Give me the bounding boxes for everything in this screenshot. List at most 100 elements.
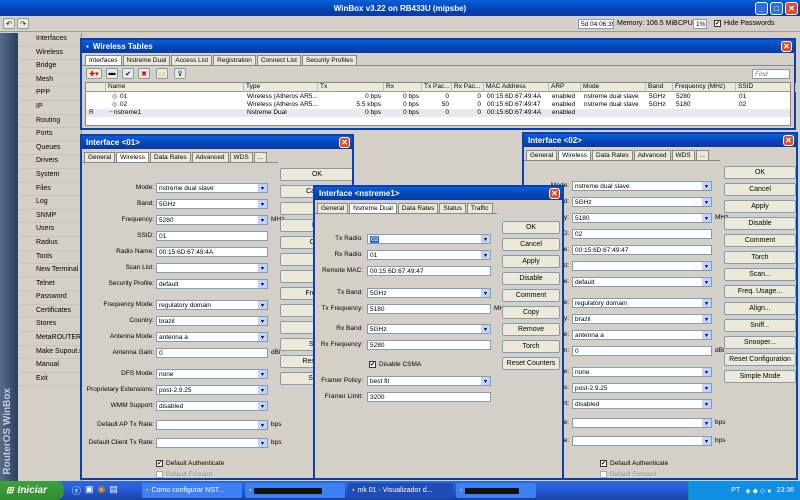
table-row[interactable]: 01 Wireless (Atheros AR5... 0 bps 0 bps 0 0 00… [86,93,790,101]
dropdown-tx-radio[interactable]: 02 ▾ [367,234,491,244]
reset-configuration-button[interactable]: Reset Configuration [724,353,796,366]
dropdown-default-ap-tx-rate[interactable]: ▾ [156,420,268,430]
dropdown-arrow-icon[interactable]: ▾ [258,317,267,325]
dropdown-band[interactable]: 5GHz ▾ [572,197,712,207]
comment-button[interactable]: Comment [724,234,796,247]
copy-button[interactable]: Copy [502,306,560,319]
dropdown-arrow-icon[interactable]: ▾ [702,198,711,206]
menu-item-certificates[interactable]: Certificates [18,305,80,319]
ok-button[interactable]: OK [280,168,352,181]
tab-data-rates[interactable]: Data Rates [397,203,439,213]
dropdown-arrow-icon[interactable]: ▾ [258,421,267,429]
dropdown-arrow-icon[interactable]: ▾ [702,419,711,427]
tab-access-list[interactable]: Access List [171,55,213,65]
dropdown-arrow-icon[interactable]: ▾ [258,439,267,447]
dropdown-mode[interactable]: nstreme dual slave ▾ [156,183,268,193]
menu-item-drivers[interactable]: Drivers [18,155,80,169]
dropdown-scan-list[interactable]: ▾ [156,263,268,273]
dropdown-arrow-icon[interactable]: ▾ [702,368,711,376]
column-header[interactable]: Type [244,83,318,92]
menu-item-new-terminal[interactable]: New Terminal [18,264,80,278]
dropdown-arrow-icon[interactable]: ▾ [702,214,711,222]
column-header[interactable]: Tx Pac... [422,83,452,92]
column-header[interactable]: Band [646,83,673,92]
remove-icon[interactable]: ▬ [106,68,118,79]
dropdown-rx-radio[interactable]: 01 ▾ [367,250,491,260]
enable-icon[interactable]: ✔ [122,68,134,79]
column-header[interactable] [86,83,106,92]
tab-interfaces[interactable]: Interfaces [85,55,122,65]
checkbox-default-authenticate[interactable]: ✔ [156,460,163,467]
firefox-icon[interactable]: ◉ [98,484,106,497]
tab-nstreme-dual[interactable]: Nstreme Dual [122,55,171,65]
dropdown-arrow-icon[interactable]: ▾ [258,333,267,341]
tab-advanced[interactable]: Advanced [633,150,671,160]
tab-registration[interactable]: Registration [213,55,256,65]
dropdown-frequency[interactable]: 5280 ▾ [156,215,268,225]
checkbox-disable-csma[interactable]: ✔ [369,361,376,368]
menu-item-stores[interactable]: Stores [18,318,80,333]
align-button[interactable]: Align... [724,302,796,315]
dropdown-arrow-icon[interactable]: ▾ [702,384,711,392]
checkbox-default-authenticate[interactable]: ✔ [600,460,607,467]
tab-nstreme-dual[interactable]: Nstreme Dual [349,203,397,213]
disable-button[interactable]: Disable [502,272,560,285]
menu-item-tools[interactable]: Tools [18,251,80,265]
comment-icon[interactable]: ▭ [156,68,168,79]
tab-general[interactable]: General [317,203,349,213]
ok-button[interactable]: OK [724,166,796,179]
cancel-button[interactable]: Cancel [502,238,560,251]
dropdown-arrow-icon[interactable]: ▾ [258,280,267,288]
menu-item-mesh[interactable]: Mesh [18,74,80,88]
dropdown-arrow-icon[interactable]: ▾ [258,216,267,224]
dropdown-arrow-icon[interactable]: ▾ [702,299,711,307]
dropdown-arrow-icon[interactable]: ▾ [481,377,490,385]
menu-item-manual[interactable]: Manual [18,359,80,373]
comment-button[interactable]: Comment [502,289,560,302]
input-radio-name[interactable]: 00:15:6D:67:49:4A [156,247,268,257]
column-header[interactable]: Name [106,83,244,92]
dropdown-wmm-support[interactable]: disabled ▾ [156,401,268,411]
filter-icon[interactable]: ⊽ [174,68,186,79]
input-tx-frequency[interactable]: 5180 [367,304,491,314]
language-indicator[interactable]: PT [731,487,740,494]
start-button[interactable]: ⊞ Iniciar [0,481,64,500]
dropdown-arrow-icon[interactable]: ▾ [258,370,267,378]
menu-item-queues[interactable]: Queues [18,142,80,156]
disable-button[interactable]: Disable [724,217,796,230]
dropdown-dfs-mode[interactable]: none ▾ [572,367,712,377]
tab-general[interactable]: General [84,152,116,162]
tab-status[interactable]: Status [439,203,466,213]
menu-item-log[interactable]: Log [18,196,80,210]
tab--[interactable]: ... [253,152,268,162]
input-rx-frequency[interactable]: 5280 [367,340,491,350]
dropdown-arrow-icon[interactable]: ▾ [258,301,267,309]
simple-mode-button[interactable]: Simple Mode [724,370,796,383]
dropdown-default-client-tx-rate[interactable]: ▾ [156,438,268,448]
ok-button[interactable]: OK [502,221,560,234]
tab-data-rates[interactable]: Data Rates [592,150,633,160]
menu-item-system[interactable]: System [18,169,80,183]
taskbar-task[interactable]: ▪ [456,483,536,498]
dropdown-band[interactable]: 5GHz ▾ [156,199,268,209]
dropdown-arrow-icon[interactable]: ▾ [481,251,490,259]
dropdown-arrow-icon[interactable]: ▾ [481,325,490,333]
menu-item-metarouter[interactable]: MetaROUTER [18,332,80,346]
column-header[interactable]: Tx [318,83,384,92]
dropdown-arrow-icon[interactable]: ▾ [258,264,267,272]
maximize-button[interactable]: □ [770,2,783,15]
close-button[interactable]: ✕ [785,2,798,15]
hide-passwords-checkbox[interactable]: ✔ [714,20,721,27]
menu-item-routing[interactable]: Routing [18,115,80,129]
dropdown-security-profile[interactable]: default ▾ [156,279,268,289]
checkbox-default-forward[interactable] [600,471,607,478]
dropdown-arrow-icon[interactable]: ▾ [702,262,711,270]
dropdown-antenna-mode[interactable]: antenna a ▾ [572,330,712,340]
menu-item-ppp[interactable]: PPP [18,87,80,101]
dropdown-tx-band[interactable]: 5GHz ▾ [367,288,491,298]
tab-data-rates[interactable]: Data Rates [150,152,191,162]
dropdown-ap-tx-rate[interactable]: ▾ [572,418,712,428]
dropdown-arrow-icon[interactable]: ▾ [702,182,711,190]
redo-icon[interactable]: ↷ [17,18,29,29]
dropdown-arrow-icon[interactable]: ▾ [258,402,267,410]
